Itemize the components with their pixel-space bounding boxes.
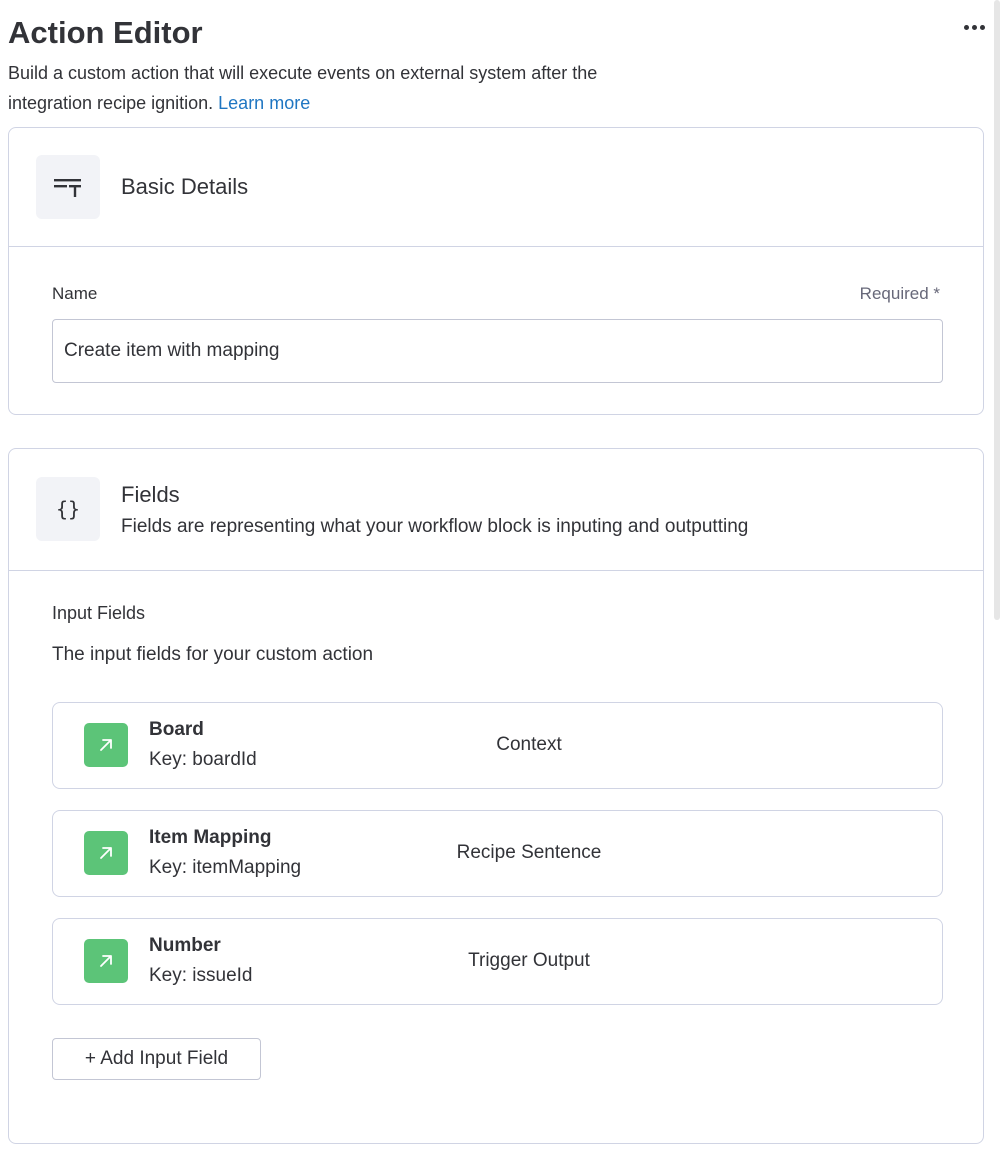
- input-fields-description: The input fields for your custom action: [52, 644, 374, 665]
- input-field-row[interactable]: Number Key: issueId Trigger Output: [52, 918, 943, 1005]
- arrow-up-right-icon: [84, 831, 128, 875]
- field-name: Item Mapping: [149, 827, 272, 848]
- text-format-icon: [36, 155, 100, 219]
- basic-details-title: Basic Details: [121, 174, 249, 199]
- add-input-field-button[interactable]: + Add Input Field: [52, 1038, 261, 1080]
- field-type-label: Trigger Output: [468, 950, 590, 971]
- name-input[interactable]: [52, 319, 943, 383]
- input-field-row[interactable]: Board Key: boardId Context: [52, 702, 943, 789]
- input-field-row[interactable]: Item Mapping Key: itemMapping Recipe Sen…: [52, 810, 943, 897]
- field-key: Key: boardId: [149, 749, 257, 770]
- learn-more-link[interactable]: Learn more: [218, 93, 310, 113]
- scrollbar[interactable]: [994, 0, 1000, 620]
- field-key: Key: issueId: [149, 965, 253, 986]
- required-indicator: Required *: [859, 284, 940, 303]
- more-options-button[interactable]: [958, 14, 990, 40]
- basic-details-header: Basic Details: [9, 128, 983, 247]
- fields-card: {} Fields Fields are representing what y…: [8, 448, 984, 1144]
- field-key: Key: itemMapping: [149, 857, 302, 878]
- more-dot: [963, 24, 969, 30]
- fields-description: Fields are representing what your workfl…: [121, 516, 749, 537]
- arrow-up-right-icon: [84, 723, 128, 767]
- page-title: Action Editor: [8, 15, 203, 50]
- braces-glyph: {}: [55, 497, 81, 521]
- field-type-label: Recipe Sentence: [456, 842, 602, 863]
- name-label: Name: [52, 284, 98, 303]
- more-dot: [979, 24, 985, 30]
- page-subtitle: Build a custom action that will execute …: [8, 58, 668, 118]
- field-type-label: Context: [496, 734, 562, 755]
- fields-title: Fields: [121, 482, 180, 507]
- basic-details-card: Basic Details Name Required *: [8, 127, 984, 415]
- curly-braces-icon: {}: [36, 477, 100, 541]
- field-name: Board: [149, 719, 204, 740]
- fields-header: {} Fields Fields are representing what y…: [9, 449, 983, 571]
- arrow-up-right-icon: [84, 939, 128, 983]
- field-name: Number: [149, 935, 221, 956]
- name-label-row: Name Required *: [52, 284, 940, 304]
- page-header: Action Editor Build a custom action that…: [8, 14, 968, 118]
- more-dot: [971, 24, 977, 30]
- input-fields-title: Input Fields: [52, 603, 146, 623]
